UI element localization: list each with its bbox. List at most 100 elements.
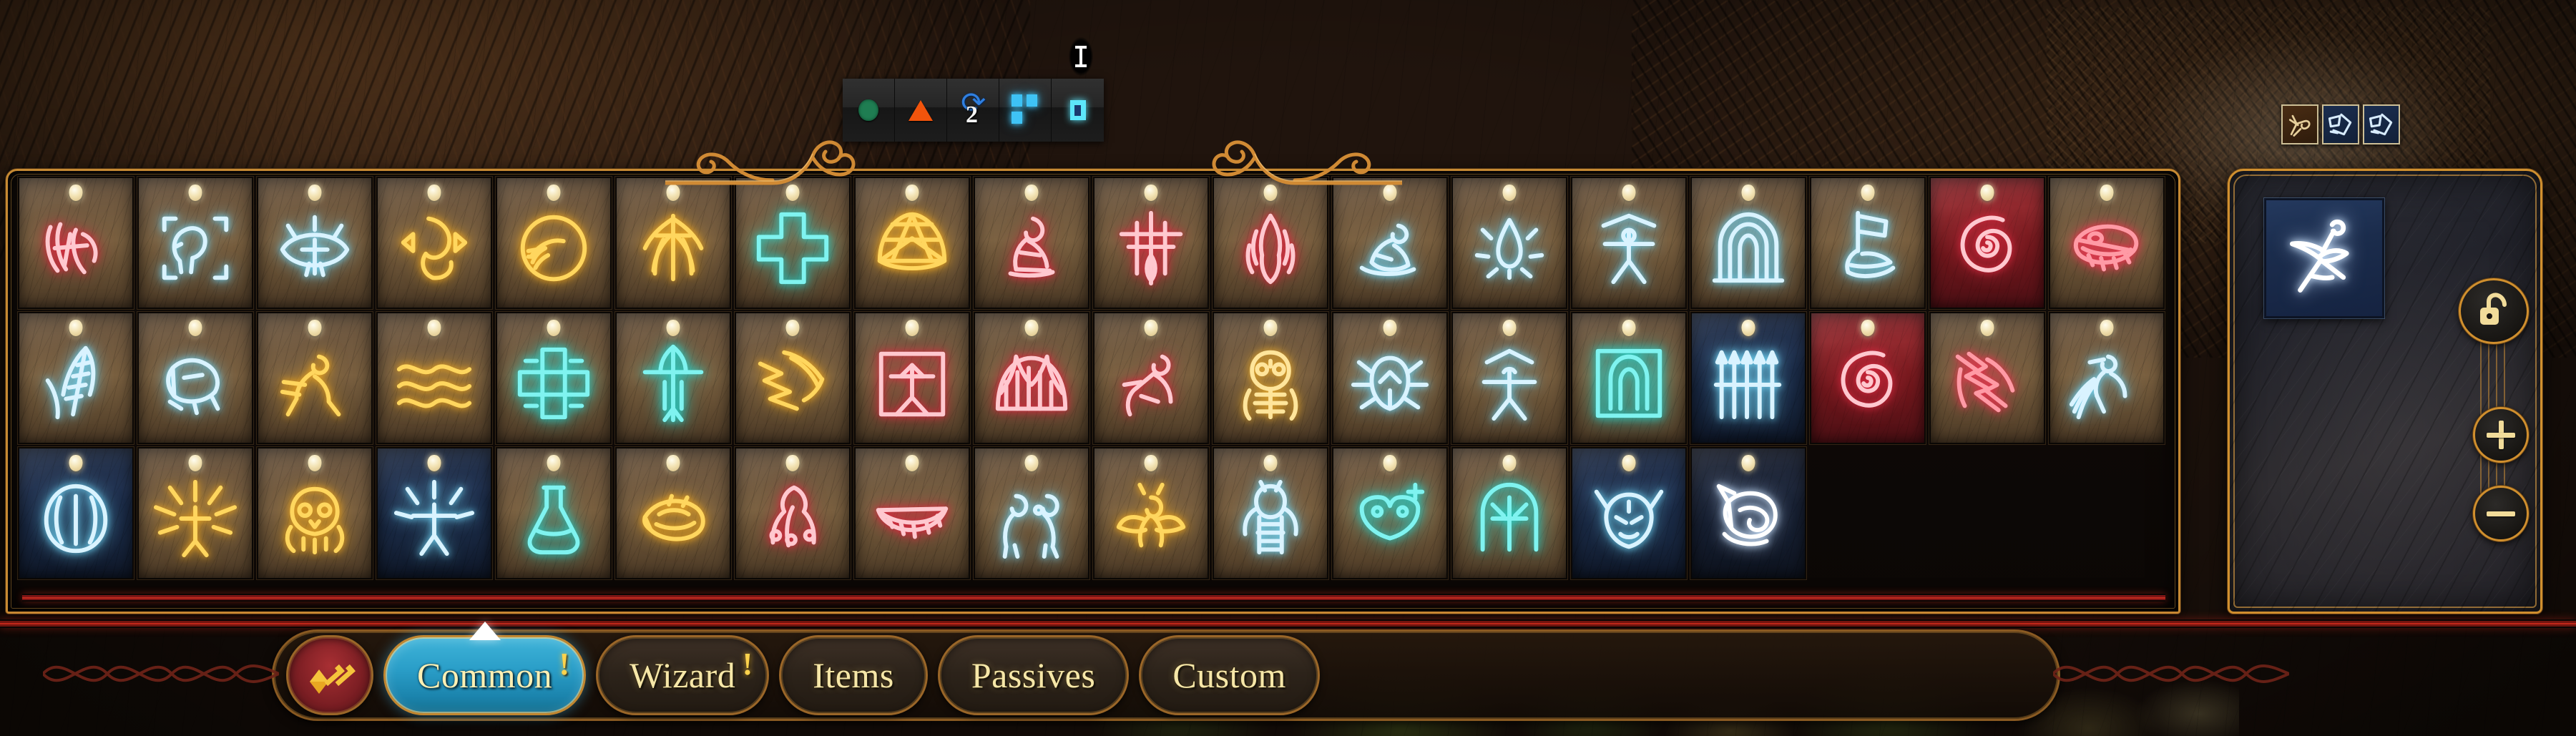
spell-slot[interactable]	[378, 178, 491, 308]
spell-slot[interactable]	[1453, 178, 1566, 308]
spell-slot[interactable]	[1692, 178, 1805, 308]
tab-items[interactable]: Items	[779, 635, 928, 715]
toolbar-button-tiles[interactable]	[999, 79, 1052, 142]
toolbar-button-green-circle[interactable]	[843, 79, 895, 142]
sword-cross-rune	[631, 341, 715, 426]
spell-slot[interactable]	[497, 313, 610, 443]
slot-level-pip	[1024, 320, 1039, 336]
tab-row: Common! Wizard! Items Passives Custom	[286, 622, 1320, 715]
spell-slot[interactable]	[1333, 313, 1446, 443]
spell-slot[interactable]	[1931, 178, 2044, 308]
slot-level-pip	[1741, 455, 1755, 471]
dancing-lights-rune	[34, 206, 118, 290]
spell-slot[interactable]	[736, 178, 849, 308]
spiral-vortex-rune	[1826, 341, 1910, 426]
framed-arch-rune	[1587, 341, 1671, 426]
knotwork-ornament-right	[2052, 637, 2290, 711]
slot-level-pip	[1502, 455, 1517, 471]
sunburst-figure-rune	[153, 476, 237, 561]
spell-slot[interactable]	[1214, 313, 1327, 443]
spell-slot[interactable]	[1931, 313, 2044, 443]
active-spell-slot[interactable]	[2264, 198, 2384, 318]
spell-slot[interactable]	[258, 178, 371, 308]
chevron-stack-icon	[310, 662, 356, 694]
toolbar-button-spiral-counter[interactable]: ⟳ 2	[947, 79, 999, 142]
spell-slot[interactable]	[139, 448, 252, 578]
spell-slot[interactable]	[736, 448, 849, 578]
slot-level-pip	[1263, 455, 1278, 471]
spell-slot[interactable]	[617, 448, 730, 578]
spell-slot[interactable]	[1572, 178, 1685, 308]
spell-slot[interactable]	[975, 313, 1088, 443]
spell-slot[interactable]	[2050, 313, 2163, 443]
spell-slot[interactable]	[1094, 313, 1208, 443]
spell-slot[interactable]	[856, 313, 969, 443]
spell-slot[interactable]	[1214, 448, 1327, 578]
grinning-maw-rune	[870, 476, 954, 561]
spell-slot[interactable]	[856, 448, 969, 578]
spell-slot[interactable]	[1811, 313, 1924, 443]
mode-toolbar: ⟳ 2	[843, 79, 1104, 142]
tab-passives[interactable]: Passives	[937, 635, 1130, 715]
tab-common[interactable]: Common!	[383, 622, 587, 715]
spell-slot[interactable]	[1453, 313, 1566, 443]
slot-level-pip	[1741, 185, 1755, 201]
tab-custom[interactable]: Custom	[1139, 635, 1320, 715]
spell-slot[interactable]	[497, 448, 610, 578]
spell-slot[interactable]	[975, 178, 1088, 308]
winged-demon-rune	[1109, 476, 1193, 561]
spell-slot[interactable]	[1453, 448, 1566, 578]
spell-slot[interactable]	[139, 178, 252, 308]
spell-slot[interactable]	[617, 313, 730, 443]
spell-slot[interactable]	[258, 313, 371, 443]
spell-slot[interactable]	[2050, 178, 2163, 308]
status-icon-brown[interactable]	[2281, 104, 2318, 144]
slot-level-pip	[427, 185, 441, 201]
zoom-out-button[interactable]	[2473, 486, 2529, 541]
zoom-in-button[interactable]	[2473, 407, 2529, 463]
spell-slot[interactable]	[617, 178, 730, 308]
spell-slot[interactable]	[1333, 178, 1446, 308]
spell-slot[interactable]	[1811, 178, 1924, 308]
status-icon-blue-2[interactable]	[2363, 104, 2400, 144]
spell-slot[interactable]	[1333, 448, 1446, 578]
spell-slot[interactable]	[497, 178, 610, 308]
spell-slot[interactable]	[856, 178, 969, 308]
spell-slot[interactable]	[378, 448, 491, 578]
lightning-leaf-rune	[1945, 341, 2029, 426]
slot-level-pip	[1980, 185, 1994, 201]
spell-slot[interactable]	[1214, 178, 1327, 308]
grid-divider	[22, 594, 2165, 602]
quick-cast-button[interactable]	[286, 635, 373, 715]
spell-slot[interactable]	[736, 313, 849, 443]
spell-slot[interactable]	[1094, 448, 1208, 578]
slot-level-pip	[427, 455, 441, 471]
status-icon-tray	[2281, 104, 2400, 144]
orange-triangle-icon	[909, 99, 933, 121]
toolbar-button-gem[interactable]	[1052, 79, 1104, 142]
slot-level-pip	[547, 320, 561, 336]
spell-slot[interactable]	[1572, 448, 1685, 578]
slot-level-pip	[188, 185, 202, 201]
spell-slot[interactable]	[1692, 313, 1805, 443]
spell-slot[interactable]	[19, 448, 132, 578]
spell-slot[interactable]	[378, 313, 491, 443]
plus-icon	[2485, 419, 2517, 451]
status-icon-blue-1[interactable]	[2322, 104, 2359, 144]
tab-wizard[interactable]: Wizard!	[596, 635, 770, 715]
spell-slot[interactable]	[1094, 178, 1208, 308]
toolbar-button-orange-triangle[interactable]	[895, 79, 947, 142]
spell-slot[interactable]	[258, 448, 371, 578]
spell-slot[interactable]	[1572, 313, 1685, 443]
spell-slot[interactable]	[975, 448, 1088, 578]
starburst-figure-rune	[392, 476, 476, 561]
spell-grid-panel	[6, 169, 2180, 614]
dome-shield-rune	[870, 206, 954, 290]
spell-slot[interactable]	[139, 313, 252, 443]
active-spell-panel	[2228, 169, 2542, 614]
wave-flow-rune	[392, 341, 476, 426]
spell-slot[interactable]	[1692, 448, 1805, 578]
lock-toggle-button[interactable]	[2459, 278, 2529, 344]
spell-slot[interactable]	[19, 178, 132, 308]
spell-slot[interactable]	[19, 313, 132, 443]
